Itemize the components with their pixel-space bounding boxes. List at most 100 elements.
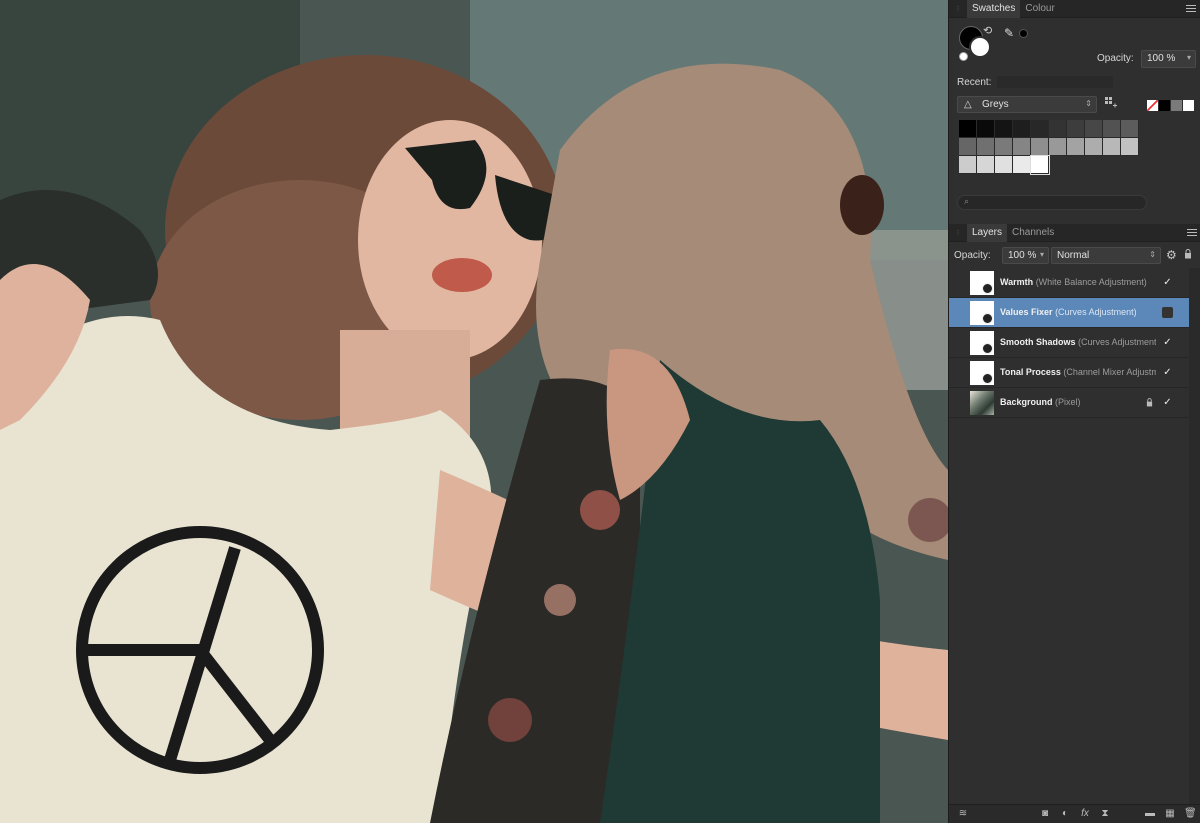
- layer-row[interactable]: Tonal Process (Channel Mixer Adjustment)…: [949, 358, 1189, 388]
- tab-colour[interactable]: Colour: [1020, 0, 1059, 18]
- swatch-cell[interactable]: [1103, 138, 1121, 156]
- visibility-checkbox[interactable]: ✓: [1162, 367, 1173, 378]
- none-swatch[interactable]: [1147, 100, 1158, 111]
- gear-icon[interactable]: ⚙: [1166, 248, 1177, 262]
- visibility-checkbox[interactable]: [1162, 307, 1173, 318]
- trash-icon[interactable]: 🗑: [1184, 808, 1197, 820]
- swatch-cell[interactable]: [995, 156, 1013, 174]
- swatch-cell[interactable]: [1013, 120, 1031, 138]
- search-input[interactable]: ⌕: [957, 195, 1147, 210]
- menu-icon[interactable]: [1186, 3, 1196, 13]
- palette-triangle-icon: △: [964, 99, 972, 110]
- layer-type: (Channel Mixer Adjustment): [1063, 367, 1156, 377]
- layer-label: Warmth (White Balance Adjustment): [1000, 277, 1147, 287]
- swatch-opacity-label: Opacity:: [1097, 53, 1134, 64]
- visibility-checkbox[interactable]: ✓: [1162, 337, 1173, 348]
- panel-grip-icon[interactable]: ⁝: [949, 0, 967, 18]
- swatch-cell[interactable]: [1121, 120, 1139, 138]
- layer-thumbnail: [970, 361, 994, 385]
- swatch-cell[interactable]: [959, 138, 977, 156]
- adjustment-icon[interactable]: ◐: [1059, 808, 1071, 820]
- swatch-cell[interactable]: [977, 156, 995, 174]
- swatch-grid-icon[interactable]: [1105, 97, 1117, 109]
- layer-row[interactable]: Smooth Shadows (Curves Adjustment) ✓: [949, 328, 1189, 358]
- swatch-cell[interactable]: [1085, 120, 1103, 138]
- lock-icon[interactable]: [1146, 398, 1153, 407]
- palette-name: Greys: [982, 99, 1009, 110]
- layer-label: Background (Pixel): [1000, 397, 1081, 407]
- menu-icon[interactable]: [1187, 227, 1197, 237]
- swatch-opacity-value: 100 %: [1147, 53, 1176, 64]
- recent-colors-bar[interactable]: [997, 76, 1113, 88]
- adjustment-badge-icon: [982, 373, 993, 384]
- swatch-cell[interactable]: [977, 120, 995, 138]
- swatch-cell[interactable]: [1067, 138, 1085, 156]
- layer-name: Background: [1000, 397, 1053, 407]
- swatch-cell[interactable]: [1121, 138, 1139, 156]
- swatch-cell[interactable]: [959, 120, 977, 138]
- swatch-cell[interactable]: [995, 138, 1013, 156]
- layer-label: Values Fixer (Curves Adjustment): [1000, 307, 1137, 317]
- swatch-cell[interactable]: [1049, 120, 1067, 138]
- swatch-cell[interactable]: [959, 156, 977, 174]
- swatch-cell[interactable]: [1031, 138, 1049, 156]
- blend-mode-select[interactable]: Normal ⇕: [1051, 247, 1161, 264]
- add-pixel-layer-icon[interactable]: ▦: [1164, 808, 1176, 820]
- layer-type: (Curves Adjustment): [1055, 307, 1137, 317]
- color-dot-icon[interactable]: [1019, 29, 1028, 38]
- mini-swatch[interactable]: [1159, 100, 1170, 111]
- layer-name: Smooth Shadows: [1000, 337, 1076, 347]
- group-folder-icon[interactable]: ▬: [1144, 808, 1156, 820]
- swatch-cell[interactable]: [1067, 120, 1085, 138]
- tab-swatches[interactable]: Swatches: [967, 0, 1021, 18]
- swatch-cell[interactable]: [977, 138, 995, 156]
- no-color-icon[interactable]: [959, 52, 968, 61]
- layers-scrollbar[interactable]: [1189, 268, 1200, 806]
- layers-tabbar: ⁝ Layers Channels: [949, 223, 1200, 242]
- layer-thumbnail: [970, 391, 994, 415]
- mini-swatch[interactable]: [1171, 100, 1182, 111]
- layer-type: (Curves Adjustment): [1078, 337, 1156, 347]
- swatch-cell[interactable]: [1103, 120, 1121, 138]
- swatch-cell[interactable]: [1013, 138, 1031, 156]
- lock-icon[interactable]: [1184, 249, 1192, 259]
- layers-bottom-bar: ≋ ◙ ◐ fx ⧗ ▬ ▦ 🗑: [949, 804, 1200, 823]
- swatches-tabbar: ⁝ Swatches Colour: [949, 0, 1200, 18]
- swatch-cell[interactable]: [1031, 120, 1049, 138]
- studio-panel: ⁝ Swatches Colour ⟲ ✎ Opacity: 100 % ▾ R…: [948, 0, 1200, 823]
- tab-channels[interactable]: Channels: [1007, 224, 1059, 242]
- layer-type: (White Balance Adjustment): [1035, 277, 1147, 287]
- swatch-cell[interactable]: [995, 120, 1013, 138]
- layers-controls: Opacity: 100 % ▾ Normal ⇕ ⚙: [949, 244, 1200, 266]
- layer-row[interactable]: Warmth (White Balance Adjustment) ✓: [949, 268, 1189, 298]
- chevron-updown-icon: ⇕: [1085, 99, 1092, 108]
- tab-layers[interactable]: Layers: [967, 223, 1008, 242]
- fill-color-well[interactable]: [969, 36, 991, 58]
- swatch-opacity-select[interactable]: 100 % ▾: [1141, 50, 1196, 68]
- eyedropper-icon[interactable]: ✎: [1004, 26, 1014, 40]
- image-canvas[interactable]: [0, 0, 948, 823]
- swap-colors-icon[interactable]: ⟲: [983, 24, 992, 37]
- layer-list: Warmth (White Balance Adjustment) ✓ Values…: [949, 268, 1189, 418]
- layer-row[interactable]: Background (Pixel) ✓: [949, 388, 1189, 418]
- adjustment-badge-icon: [982, 343, 993, 354]
- layers-stack-icon[interactable]: ≋: [957, 808, 969, 820]
- panel-grip-icon[interactable]: ⁝: [949, 224, 967, 242]
- visibility-checkbox[interactable]: ✓: [1162, 397, 1173, 408]
- layer-row[interactable]: Values Fixer (Curves Adjustment): [949, 298, 1189, 328]
- layer-name: Warmth: [1000, 277, 1034, 287]
- fx-icon[interactable]: fx: [1079, 808, 1091, 820]
- mini-swatch[interactable]: [1183, 100, 1194, 111]
- visibility-checkbox[interactable]: ✓: [1162, 277, 1173, 288]
- layer-opacity-label: Opacity:: [954, 250, 991, 261]
- swatch-cell[interactable]: [1030, 155, 1050, 175]
- live-filter-icon[interactable]: ⧗: [1099, 808, 1111, 820]
- swatch-cell[interactable]: [1049, 138, 1067, 156]
- layer-opacity-select[interactable]: 100 % ▾: [1002, 247, 1049, 264]
- mask-icon[interactable]: ◙: [1039, 808, 1051, 820]
- adjustment-badge-icon: [982, 283, 993, 294]
- layer-label: Tonal Process (Channel Mixer Adjustment): [1000, 367, 1156, 377]
- swatch-cell[interactable]: [1013, 156, 1031, 174]
- swatch-cell[interactable]: [1085, 138, 1103, 156]
- palette-select[interactable]: △ Greys ⇕: [957, 96, 1097, 113]
